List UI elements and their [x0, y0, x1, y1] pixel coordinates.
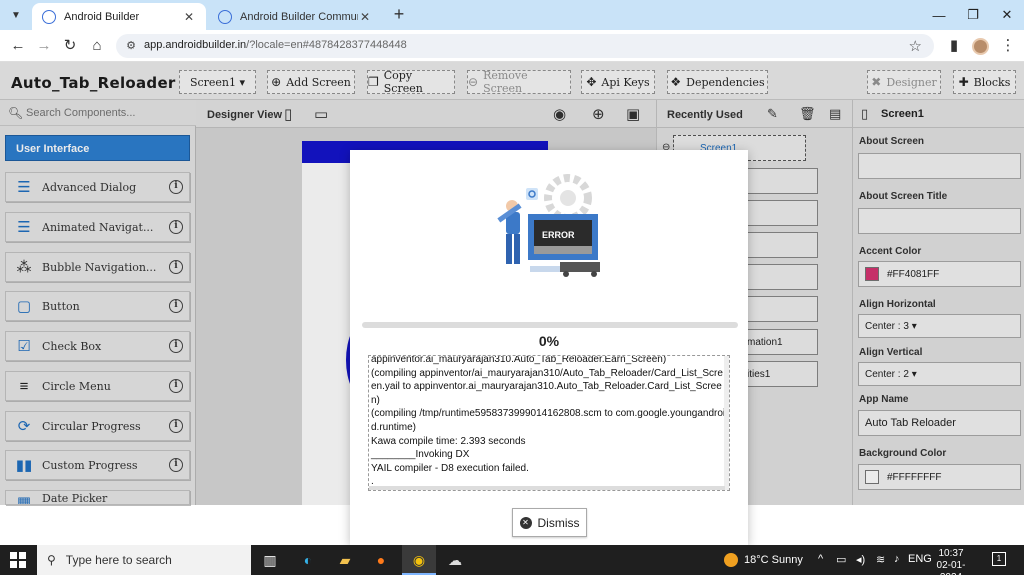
remove-screen-label: Remove Screen — [483, 69, 528, 95]
new-tab-button[interactable]: + — [389, 4, 409, 24]
build-error-dialog: ERROR 0% appinventor.ai_mauryarajan310.A… — [350, 150, 748, 545]
puzzle-icon: ✚ — [958, 75, 969, 89]
dismiss-label: Dismiss — [537, 515, 580, 530]
browser-tab-bar: ▼ Android Builder ✕ Android Builder Comm… — [0, 0, 1024, 30]
sun-icon — [724, 553, 738, 567]
globe-icon — [42, 9, 56, 24]
firefox-icon[interactable]: ● — [370, 550, 392, 570]
more-menu-icon[interactable]: ⋮ — [998, 37, 1018, 55]
screen-select[interactable]: Screen1 ▾ — [179, 70, 256, 94]
url-field[interactable]: ⚙ app.androidbuilder.in/?locale=en#48784… — [116, 34, 934, 58]
project-title: Auto_Tab_Reloader — [11, 74, 176, 92]
globe-icon — [218, 9, 232, 24]
designer-label: Designer — [886, 75, 937, 89]
tab-search-button[interactable]: ▼ — [6, 5, 26, 25]
windows-start-icon[interactable] — [10, 552, 26, 568]
task-view-icon[interactable]: ▥ — [259, 550, 281, 570]
forward-icon[interactable]: → — [34, 37, 54, 55]
error-illustration-icon: ERROR — [497, 174, 600, 277]
window-controls: — ❐ ✕ — [922, 0, 1024, 30]
build-progress-bar — [362, 322, 738, 328]
minimize-icon[interactable]: — — [922, 0, 956, 30]
restore-icon[interactable]: ❐ — [956, 0, 990, 30]
edge-icon[interactable]: ◐ — [297, 550, 319, 570]
tab-title: Android Builder — [64, 10, 140, 23]
log-scrollbar[interactable] — [724, 356, 729, 490]
blocks-button[interactable]: ✚ Blocks — [953, 70, 1016, 94]
tab-android-builder-community[interactable]: Android Builder Community - T ✕ — [208, 3, 382, 30]
volume-icon[interactable]: ♪ — [894, 553, 900, 565]
move-icon: ✥ — [586, 75, 597, 89]
close-icon[interactable]: ✕ — [358, 10, 372, 24]
tab-android-builder[interactable]: Android Builder ✕ — [32, 3, 206, 30]
notification-icon[interactable]: 1 — [992, 552, 1006, 566]
profile-avatar[interactable] — [972, 38, 989, 55]
url-host: app.androidbuilder.in — [144, 39, 247, 51]
api-keys-button[interactable]: ✥ Api Keys — [581, 70, 655, 94]
tools-icon: ✖ — [871, 75, 882, 89]
progress-percent: 0% — [538, 333, 560, 349]
blocks-label: Blocks — [973, 75, 1011, 89]
taskbar-clock[interactable]: 10:37 02-01-2024 — [931, 548, 971, 575]
app-toolbar: Auto_Tab_Reloader Screen1 ▾ ⊕ Add Screen … — [0, 62, 1024, 100]
clock-time: 10:37 — [938, 548, 964, 559]
plus-icon: ⊕ — [271, 75, 282, 89]
weather-widget[interactable]: 18°C Sunny — [724, 553, 803, 567]
search-icon: ⚲ — [47, 553, 56, 567]
language-indicator[interactable]: ENG — [908, 553, 932, 565]
weather-text: 18°C Sunny — [744, 554, 803, 566]
minus-icon: ⊖ — [468, 75, 479, 89]
remove-screen-button[interactable]: ⊖ Remove Screen — [467, 69, 571, 95]
dependencies-button[interactable]: ❖ Dependencies — [667, 70, 768, 94]
copy-icon: ❐ — [368, 75, 379, 89]
chrome-icon[interactable]: ◉ — [408, 550, 430, 570]
close-icon[interactable]: ✕ — [182, 10, 196, 24]
log-horizontal-scrollbar[interactable] — [369, 486, 725, 490]
dismiss-button[interactable]: ✕ Dismiss — [512, 508, 587, 537]
back-icon[interactable]: ← — [8, 37, 28, 55]
wifi-icon[interactable]: ≋ — [876, 553, 885, 566]
add-screen-label: Add Screen — [286, 75, 351, 89]
tab-title: Android Builder Community - T — [240, 10, 358, 23]
copy-screen-label: Copy Screen — [383, 69, 423, 95]
url-path: /?locale=en#4878428377448448 — [246, 39, 407, 51]
tray-icon[interactable]: ▭ — [836, 553, 846, 566]
taskbar-search[interactable]: ⚲ Type here to search — [37, 545, 251, 575]
bookmark-star-icon[interactable]: ☆ — [909, 37, 922, 55]
clock-date: 02-01-2024 — [936, 560, 966, 575]
site-info-icon[interactable]: ⚙ — [124, 39, 138, 53]
app-icon[interactable]: ☁ — [444, 550, 466, 570]
dependencies-label: Dependencies — [686, 75, 765, 89]
sound-icon[interactable]: ◂) — [856, 553, 865, 566]
close-circle-icon: ✕ — [519, 516, 532, 529]
url-text: app.androidbuilder.in/?locale=en#4878428… — [144, 39, 407, 51]
build-log-text: appinventor.ai_mauryarajan310.Auto_Tab_R… — [371, 355, 726, 488]
taskbar-search-placeholder: Type here to search — [65, 553, 172, 567]
windows-taskbar: ⚲ Type here to search ▥ ◐ ▰ ● ◉ ☁ 18°C S… — [0, 545, 1024, 575]
copy-screen-button[interactable]: ❐ Copy Screen — [367, 69, 455, 95]
api-keys-label: Api Keys — [601, 75, 650, 89]
reload-icon[interactable]: ↻ — [60, 37, 80, 55]
file-explorer-icon[interactable]: ▰ — [334, 550, 356, 570]
screen-select-label: Screen1 ▾ — [189, 75, 246, 89]
home-icon[interactable]: ⌂ — [87, 37, 107, 55]
side-panel-icon[interactable]: ▮ — [944, 37, 964, 55]
cubes-icon: ❖ — [670, 75, 682, 89]
close-window-icon[interactable]: ✕ — [990, 0, 1024, 30]
error-label: ERROR — [542, 230, 575, 240]
build-log[interactable]: appinventor.ai_mauryarajan310.Auto_Tab_R… — [368, 355, 730, 491]
address-bar: ← → ↻ ⌂ ⚙ app.androidbuilder.in/?locale=… — [0, 30, 1024, 62]
tray-chevron-icon[interactable]: ^ — [818, 553, 823, 565]
add-screen-button[interactable]: ⊕ Add Screen — [267, 70, 355, 94]
designer-button[interactable]: ✖ Designer — [867, 70, 941, 94]
